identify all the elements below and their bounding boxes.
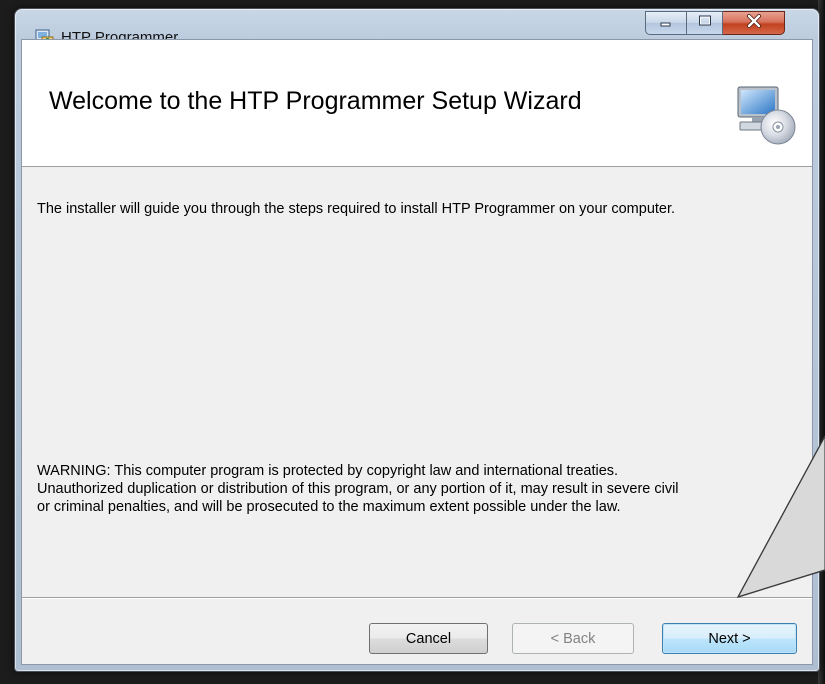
close-icon [746,13,762,33]
intro-text: The installer will guide you through the… [37,201,676,217]
wizard-title: Welcome to the HTP Programmer Setup Wiza… [49,87,582,115]
warning-line: WARNING: This computer program is protec… [37,463,619,479]
minimize-icon [659,14,673,32]
footer-separator [22,597,812,599]
warning-line: Unauthorized duplication or distribution… [37,481,679,497]
wizard-header: Welcome to the HTP Programmer Setup Wiza… [22,40,812,167]
close-button[interactable] [723,11,785,35]
wizard-client-area: Welcome to the HTP Programmer Setup Wiza… [21,39,813,665]
warning-line: or criminal penalties, and will be prose… [37,499,621,515]
next-button[interactable]: Next > [662,623,797,654]
minimize-button[interactable] [645,11,687,35]
cancel-button[interactable]: Cancel [369,623,488,654]
computer-cd-setup-icon [734,85,796,147]
maximize-icon [698,14,712,32]
maximize-button[interactable] [687,11,723,35]
back-button[interactable]: < Back [512,623,634,654]
caption-buttons [645,11,813,35]
installer-window: HTP Programmer Welcome to the HTP Progra… [14,8,820,672]
copyright-warning: WARNING: This computer program is protec… [37,462,807,516]
